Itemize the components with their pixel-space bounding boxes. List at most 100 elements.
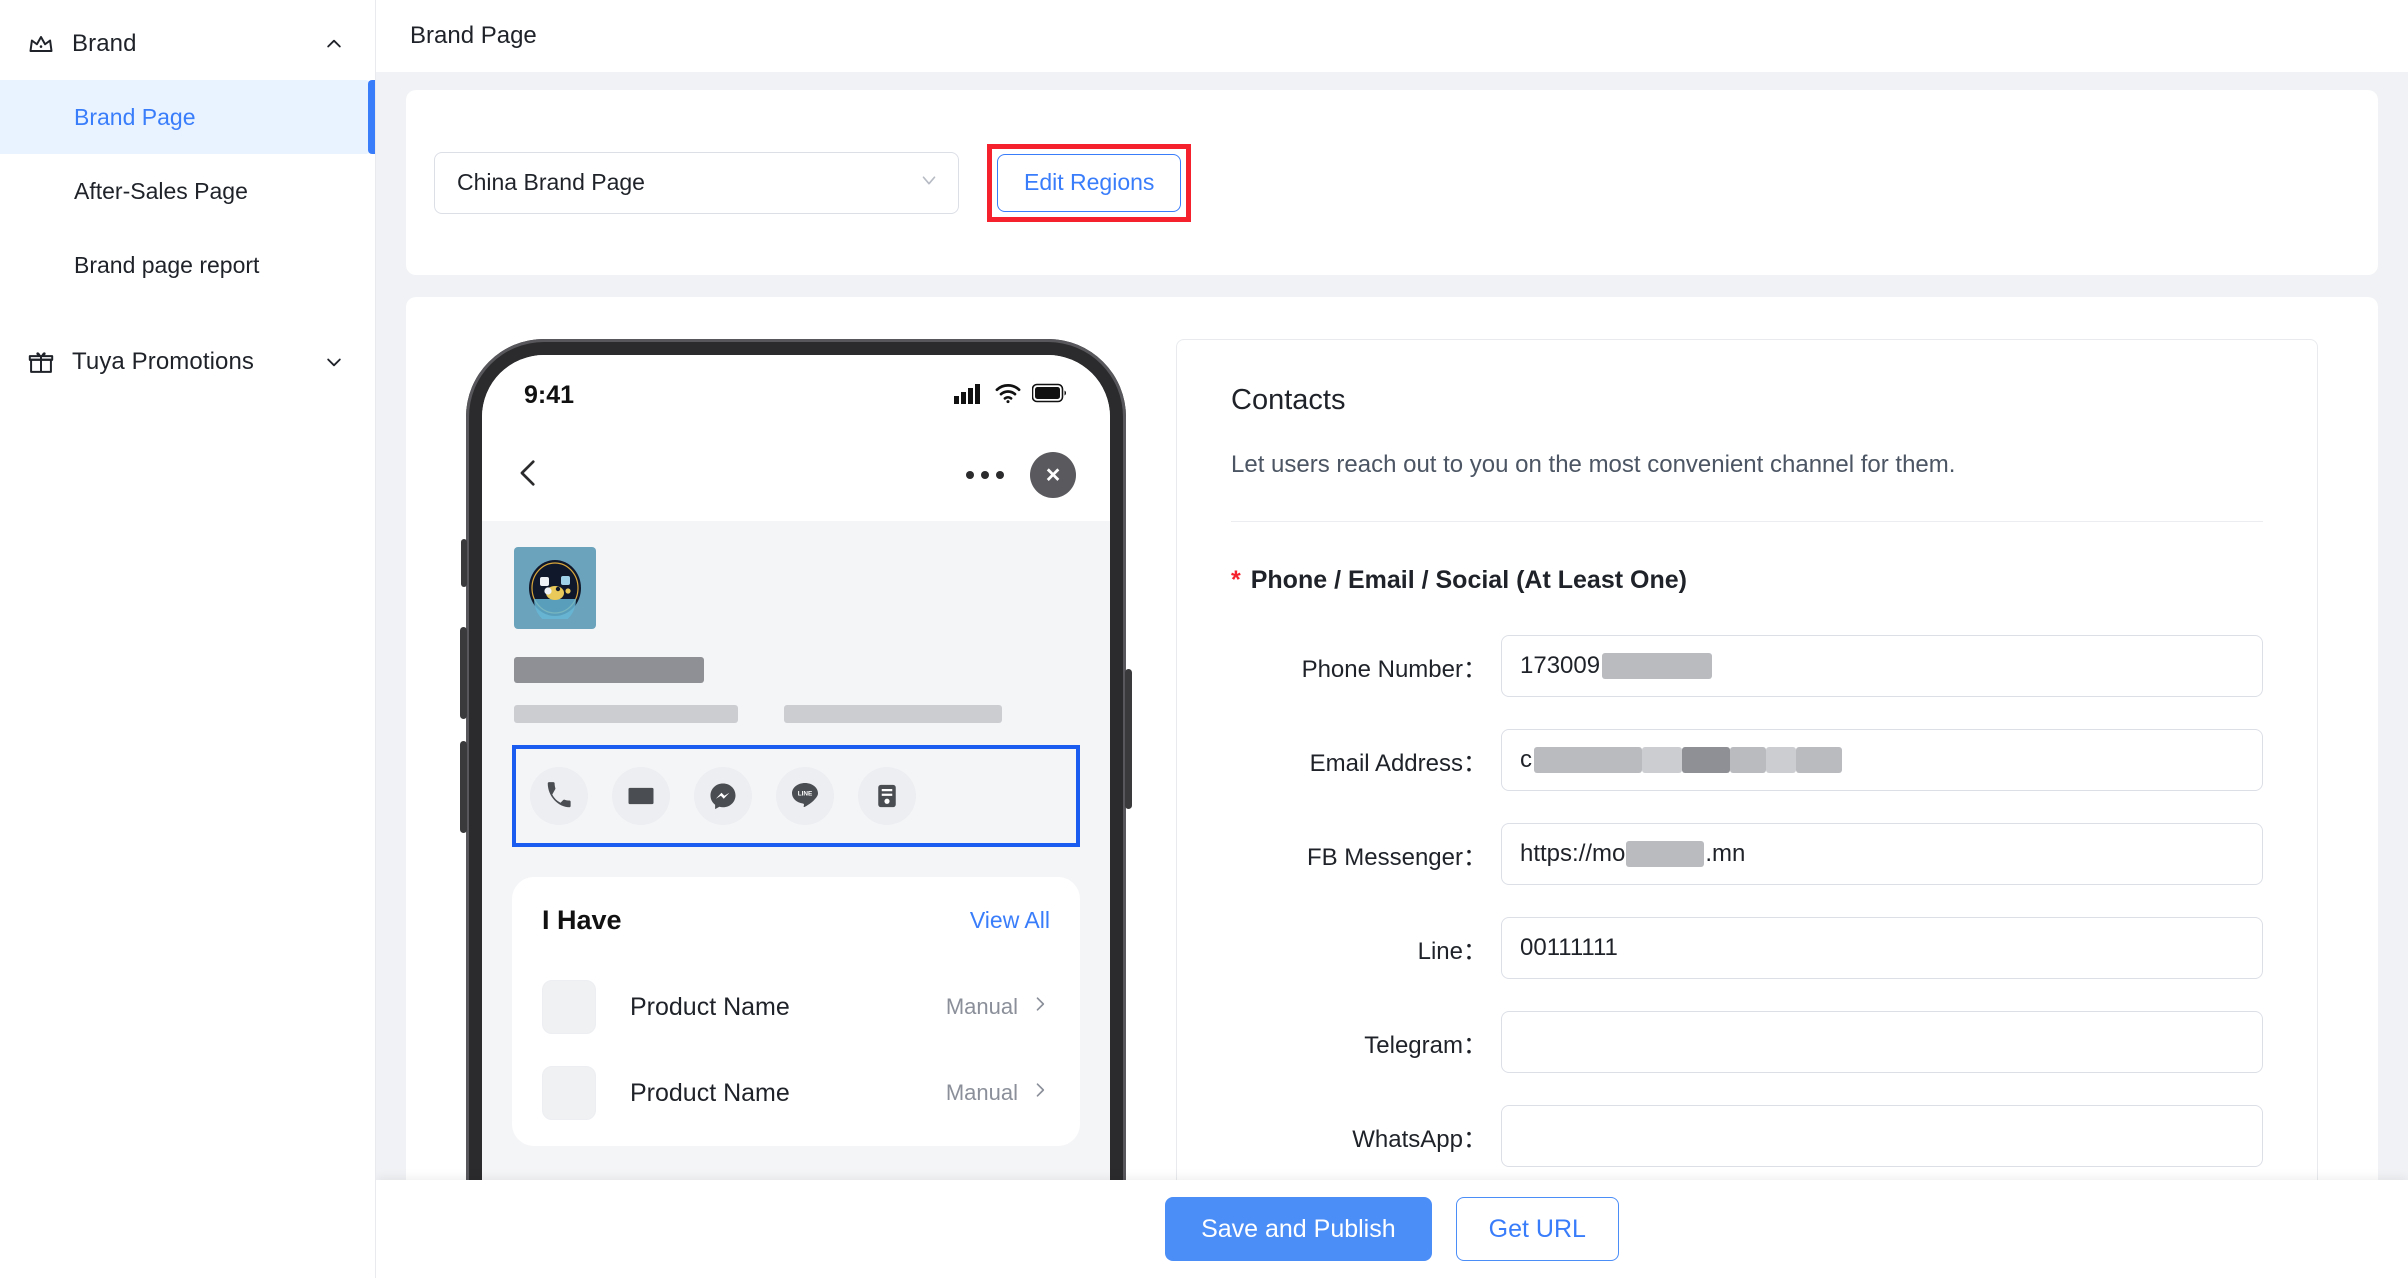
crown-icon bbox=[26, 29, 56, 59]
status-bar-time: 9:41 bbox=[524, 380, 575, 409]
chevron-left-icon[interactable] bbox=[512, 456, 546, 495]
required-asterisk: * bbox=[1231, 566, 1241, 594]
redacted-value bbox=[1730, 747, 1766, 773]
status-bar-icons bbox=[954, 376, 1068, 409]
preview-app-bar: × bbox=[482, 429, 1110, 521]
line-icon[interactable]: LINE bbox=[776, 767, 834, 825]
field-label: Email Address： bbox=[1309, 749, 1487, 777]
redacted-value bbox=[1682, 747, 1730, 773]
phone-screen: 9:41 × LINE I Have View All Product Name… bbox=[482, 355, 1110, 1278]
fb-messenger-input[interactable]: https://mo .mn bbox=[1501, 823, 2263, 885]
required-group-text: Phone / Email / Social (At Least One) bbox=[1250, 566, 1687, 594]
field-value: 173009 bbox=[1520, 652, 1601, 679]
view-all-link[interactable]: View All bbox=[970, 907, 1050, 934]
telegram-input[interactable] bbox=[1501, 1011, 2263, 1073]
phone-preview-column: 9:41 × LINE I Have View All Product Name… bbox=[406, 339, 1166, 1278]
preview-contact-icons-row: LINE bbox=[512, 745, 1080, 847]
product-thumbnail bbox=[542, 1066, 596, 1120]
region-select-value: China Brand Page bbox=[457, 169, 645, 195]
field-value: https://mo bbox=[1520, 840, 1626, 867]
contacts-panel: Contacts Let users reach out to you on t… bbox=[1176, 339, 2318, 1278]
redacted-value bbox=[1602, 653, 1713, 679]
sidebar-group-tuya-promotions[interactable]: Tuya Promotions bbox=[0, 326, 375, 398]
sidebar-item-brand-page[interactable]: Brand Page bbox=[0, 80, 375, 154]
content-scroll-area[interactable]: China Brand Page Edit Regions 9:41 × LIN… bbox=[376, 72, 2408, 1278]
redacted-value bbox=[1534, 747, 1642, 773]
phone-mockup: 9:41 × LINE I Have View All Product Name… bbox=[460, 339, 1132, 1278]
phone-power-button bbox=[1125, 669, 1132, 809]
region-select[interactable]: China Brand Page bbox=[434, 151, 959, 214]
page-header: Brand Page bbox=[376, 0, 2408, 72]
list-item[interactable]: Product Name Manual bbox=[542, 1050, 1050, 1136]
field-value: c bbox=[1520, 746, 1532, 773]
redacted-value bbox=[1626, 841, 1705, 867]
save-and-publish-button[interactable]: Save and Publish bbox=[1165, 1197, 1432, 1261]
field-value-suffix: .mn bbox=[1705, 840, 1746, 867]
sidebar-group-tuya-promotions-label: Tuya Promotions bbox=[72, 348, 255, 375]
product-thumbnail bbox=[542, 980, 596, 1034]
sidebar-item-label: After-Sales Page bbox=[74, 177, 248, 204]
status-bar: 9:41 bbox=[482, 355, 1110, 429]
sidebar-item-after-sales-page[interactable]: After-Sales Page bbox=[0, 154, 375, 228]
phone-mute-switch bbox=[461, 539, 467, 587]
product-action[interactable]: Manual bbox=[946, 1080, 1050, 1106]
email-icon[interactable] bbox=[612, 767, 670, 825]
field-label: Telegram： bbox=[1364, 1031, 1487, 1059]
email-address-input[interactable]: c bbox=[1501, 729, 2263, 791]
svg-text:LINE: LINE bbox=[798, 791, 813, 798]
phone-number-input[interactable]: 173009 bbox=[1501, 635, 2263, 697]
product-name: Product Name bbox=[630, 1078, 790, 1107]
field-label: Line： bbox=[1417, 937, 1487, 965]
edit-regions-button[interactable]: Edit Regions bbox=[997, 153, 1182, 212]
field-email-address: Email Address： c bbox=[1231, 729, 2263, 791]
sidebar: Brand Brand Page After-Sales Page Brand … bbox=[0, 0, 376, 1278]
battery-icon bbox=[1031, 383, 1068, 408]
field-line: Line： 00111111 bbox=[1231, 917, 2263, 979]
chevron-up-icon[interactable] bbox=[323, 33, 345, 55]
more-dots-icon[interactable] bbox=[966, 471, 1004, 479]
product-action-label: Manual bbox=[945, 994, 1018, 1019]
sidebar-group-brand-label: Brand bbox=[72, 30, 137, 57]
field-phone-number: Phone Number： 173009 bbox=[1231, 635, 2263, 697]
contacts-title: Contacts bbox=[1231, 384, 1346, 416]
product-action[interactable]: Manual bbox=[946, 994, 1050, 1020]
product-name: Product Name bbox=[630, 992, 790, 1021]
page-title: Brand Page bbox=[410, 22, 537, 49]
field-label: FB Messenger： bbox=[1306, 843, 1487, 871]
gift-icon bbox=[26, 347, 56, 377]
field-label: WhatsApp： bbox=[1352, 1125, 1487, 1153]
wifi-icon bbox=[994, 382, 1022, 409]
sidebar-group-brand[interactable]: Brand bbox=[0, 8, 375, 80]
main-area: Brand Page China Brand Page Edit Regions bbox=[376, 0, 2408, 1278]
contacts-description: Let users reach out to you on the most c… bbox=[1231, 451, 1956, 478]
redacted-value bbox=[1766, 747, 1796, 773]
chevron-right-icon bbox=[1030, 994, 1050, 1020]
field-fb-messenger: FB Messenger： https://mo .mn bbox=[1231, 823, 2263, 885]
action-footer: Save and Publish Get URL bbox=[376, 1180, 2408, 1278]
brand-name-redacted bbox=[514, 657, 704, 683]
preview-brand-block bbox=[482, 521, 1110, 723]
brand-logo bbox=[514, 547, 596, 629]
brand-meta-redacted bbox=[514, 705, 1078, 723]
sidebar-item-brand-page-report[interactable]: Brand page report bbox=[0, 228, 375, 302]
required-group-label: * Phone / Email / Social (At Least One) bbox=[1231, 566, 2263, 595]
whatsapp-input[interactable] bbox=[1501, 1105, 2263, 1167]
field-label: Phone Number： bbox=[1301, 655, 1487, 683]
field-value: 00111111 bbox=[1520, 934, 1618, 961]
product-action-label: Manual bbox=[945, 1080, 1018, 1105]
document-icon[interactable] bbox=[858, 767, 916, 825]
region-toolbar-card: China Brand Page Edit Regions bbox=[406, 90, 2378, 275]
chevron-right-icon bbox=[1030, 1080, 1050, 1106]
line-input[interactable]: 00111111 bbox=[1501, 917, 2263, 979]
list-item[interactable]: Product Name Manual bbox=[542, 964, 1050, 1050]
phone-icon[interactable] bbox=[530, 767, 588, 825]
app-root: Brand Brand Page After-Sales Page Brand … bbox=[0, 0, 2408, 1278]
i-have-title: I Have bbox=[542, 905, 622, 935]
signal-icon bbox=[954, 382, 984, 409]
get-url-button[interactable]: Get URL bbox=[1455, 1197, 1619, 1261]
redacted-value bbox=[1642, 747, 1682, 773]
chevron-down-icon[interactable] bbox=[323, 351, 345, 373]
messenger-icon[interactable] bbox=[694, 767, 752, 825]
sidebar-item-label: Brand Page bbox=[74, 103, 196, 130]
close-icon[interactable]: × bbox=[1030, 452, 1076, 498]
